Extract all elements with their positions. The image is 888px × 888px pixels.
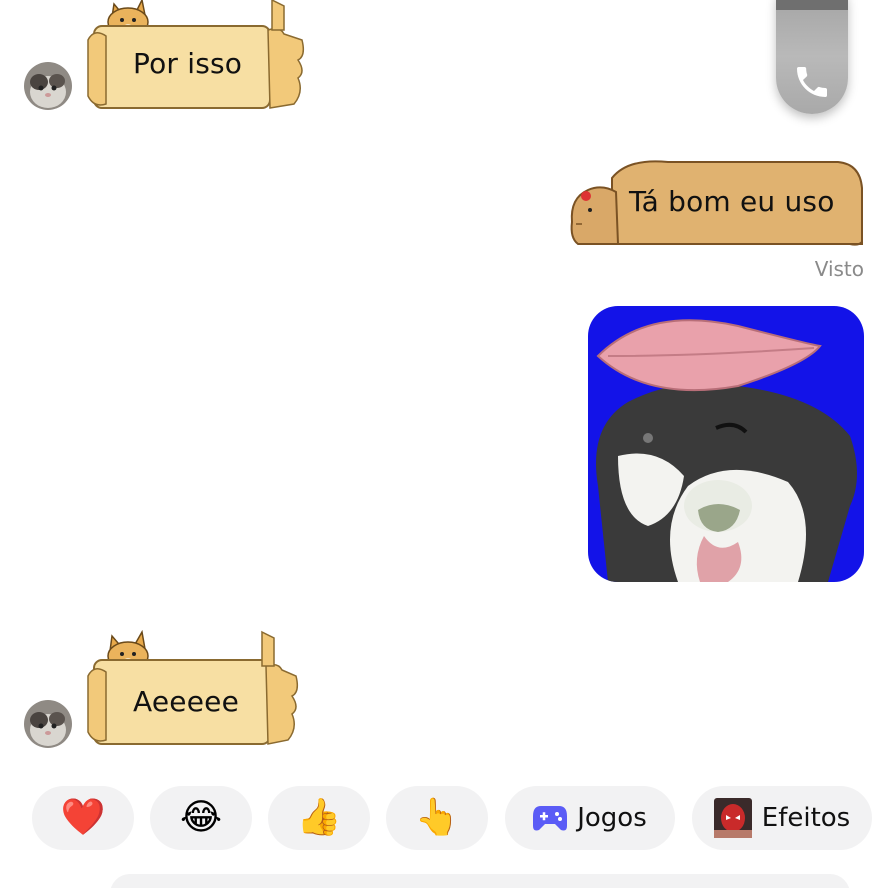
- dog-with-leaf-sticker: [588, 306, 864, 582]
- games-label: Jogos: [577, 803, 647, 833]
- seen-status: Visto: [814, 257, 864, 281]
- outgoing-image-message[interactable]: [588, 306, 864, 582]
- quick-reaction-point-up[interactable]: 👆: [386, 786, 488, 850]
- effects-avatar: [713, 798, 752, 838]
- floating-call-widget[interactable]: [776, 0, 848, 114]
- effects-button[interactable]: Efeitos: [692, 786, 872, 850]
- incoming-message-sticker[interactable]: Aeeeee: [84, 630, 300, 748]
- effects-label: Efeitos: [761, 803, 851, 833]
- laughing-emoji: 😂: [179, 797, 223, 838]
- message-text: Aeeeee: [133, 685, 239, 718]
- incoming-message-sticker[interactable]: Por isso: [84, 0, 306, 112]
- thumbs-up-emoji: 👍: [296, 797, 342, 838]
- gamepad-icon: [533, 806, 568, 831]
- call-widget-bar: [776, 0, 848, 10]
- games-button[interactable]: Jogos: [505, 786, 675, 850]
- message-input[interactable]: [110, 874, 850, 888]
- chat-screen: Por isso Tá bom eu uso Visto Aeeeee ❤️ 😂…: [0, 0, 888, 888]
- contact-avatar[interactable]: [24, 62, 72, 110]
- heart-emoji: ❤️: [60, 797, 106, 838]
- quick-reaction-heart[interactable]: ❤️: [32, 786, 134, 850]
- quick-reaction-laugh[interactable]: 😂: [150, 786, 252, 850]
- contact-avatar[interactable]: [24, 700, 72, 748]
- outgoing-message-sticker[interactable]: Tá bom eu uso: [568, 158, 864, 250]
- phone-icon: [797, 67, 827, 97]
- quick-reaction-thumbs-up[interactable]: 👍: [268, 786, 370, 850]
- message-text: Tá bom eu uso: [629, 185, 835, 218]
- pointing-hand-emoji: 👆: [414, 797, 460, 838]
- message-text: Por isso: [133, 47, 243, 80]
